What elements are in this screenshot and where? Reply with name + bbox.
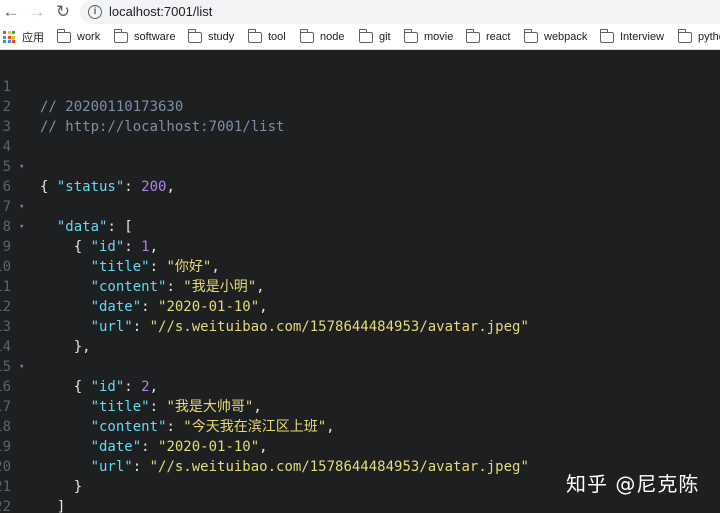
bookmark-label: study: [208, 31, 235, 43]
code-line: 16 "title": "我是大帅哥",: [0, 357, 720, 415]
folder-icon: [358, 28, 373, 43]
code-line: 12 "url": "//s.weituibao.com/15786444849…: [0, 277, 720, 335]
code-line: 19 "url": "//s.weituibao.com/15786444849…: [0, 417, 720, 475]
folder-icon: [403, 28, 418, 43]
code-line: 20 }: [0, 437, 720, 495]
bookmark-apps[interactable]: 应用: [22, 24, 44, 49]
apps-dot: [3, 31, 6, 34]
bookmark-react[interactable]: react: [465, 24, 511, 49]
bookmark-label: webpack: [544, 31, 588, 43]
apps-dot: [3, 40, 6, 43]
code-line: 8 "id": 1,: [0, 197, 720, 255]
apps-dot: [3, 35, 6, 39]
code-line: 10 "content": "我是小明",: [0, 237, 720, 295]
bookmark-label: pytho: [698, 31, 720, 43]
code-line: 1 // 20200110173630: [0, 57, 720, 115]
code-line: 3: [0, 97, 720, 135]
zhihu-watermark: 知乎 @尼克陈: [566, 472, 700, 496]
code-line: 15 "id": 2,: [0, 337, 720, 395]
bookmark-label: tool: [268, 31, 286, 43]
folder-icon: [465, 28, 480, 43]
code-line: 13 },: [0, 297, 720, 355]
folder-icon: [56, 28, 71, 43]
bookmark-label: react: [486, 31, 511, 43]
bookmark-git[interactable]: git: [358, 24, 391, 49]
bookmark-label: git: [379, 31, 391, 43]
folder-icon: [599, 28, 614, 43]
folder-icon: [187, 28, 202, 43]
bookmark-work[interactable]: work: [56, 24, 101, 49]
address-bar[interactable]: i localhost:7001/list: [80, 0, 720, 24]
bookmark-label: Interview: [620, 31, 665, 43]
code-line: 18 "date": "2020-01-10",: [0, 397, 720, 455]
bookmark-node[interactable]: node: [299, 24, 345, 49]
bookmark-webpack[interactable]: webpack: [523, 24, 588, 49]
bookmark-tool[interactable]: tool: [247, 24, 286, 49]
apps-dot: [7, 35, 11, 39]
bookmark-movie[interactable]: movie: [403, 24, 454, 49]
bookmark-label: work: [77, 31, 101, 43]
apps-dot: [7, 40, 11, 43]
code-line: 14 ▾ {: [0, 317, 720, 395]
bookmark-label: movie: [424, 31, 454, 43]
bookmarks-bar: 应用 work software study tool node git mov…: [0, 24, 720, 50]
folder-icon: [247, 28, 262, 43]
apps-dot: [12, 35, 15, 39]
bookmark-label: node: [320, 31, 345, 43]
bookmark-python[interactable]: pytho: [677, 24, 720, 49]
json-viewer: 1 // 20200110173630 2 // http://localhos…: [0, 54, 720, 513]
code-line: 9 "title": "你好",: [0, 217, 720, 275]
code-line: 7 ▾ {: [0, 177, 720, 255]
folder-icon: [113, 28, 128, 43]
folder-icon: [299, 28, 314, 43]
browser-toolbar: ← → ↻ i localhost:7001/list: [0, 0, 720, 24]
address-bar-url: localhost:7001/list: [109, 4, 213, 19]
bookmark-interview[interactable]: Interview: [599, 24, 665, 49]
code-line: 11 "date": "2020-01-10",: [0, 257, 720, 315]
apps-dot: [7, 31, 11, 34]
code-line: 2 // http://localhost:7001/list: [0, 77, 720, 135]
close-bracket: ]: [56, 499, 66, 513]
apps-grid-icon[interactable]: [3, 31, 15, 43]
apps-dot: [12, 31, 15, 34]
code-line: 17 "content": "今天我在滨江区上班",: [0, 377, 720, 435]
back-arrow-icon[interactable]: ←: [0, 1, 22, 23]
bookmark-study[interactable]: study: [187, 24, 235, 49]
line-number: 22: [0, 499, 11, 513]
code-line: 6 ▾ "data": [: [0, 157, 720, 235]
site-info-icon[interactable]: i: [88, 5, 102, 19]
reload-icon[interactable]: ↻: [52, 1, 74, 23]
folder-icon: [523, 28, 538, 43]
code-line: 4 ▾ {: [0, 117, 720, 195]
apps-dot: [12, 40, 15, 43]
code-line: 5 "status": 200,: [0, 137, 720, 195]
bookmark-label: software: [134, 31, 176, 43]
bookmark-label: 应用: [22, 32, 44, 44]
bookmark-software[interactable]: software: [113, 24, 176, 49]
forward-arrow-icon[interactable]: →: [26, 1, 48, 23]
folder-icon: [677, 28, 692, 43]
